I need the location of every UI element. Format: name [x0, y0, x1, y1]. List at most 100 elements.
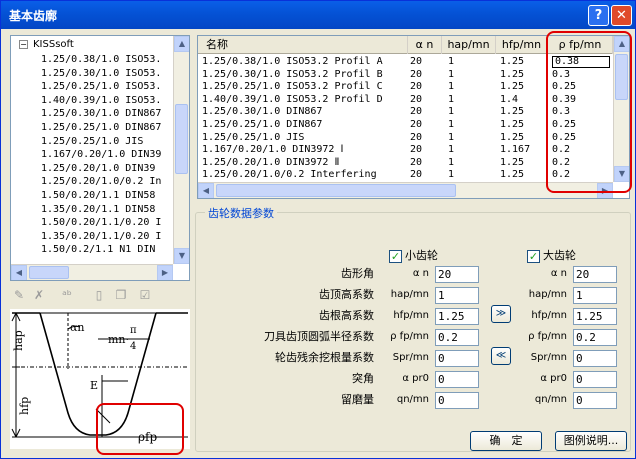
gear-field[interactable]: 0	[573, 371, 617, 388]
table-cell: 1.25/0.20/1.0 DIN3972 Ⅱ	[202, 156, 340, 168]
dialog-window: 基本齿廓 ? ✕ − KISSsoft 1.25/0.38/1.0 ISO53.…	[0, 0, 636, 459]
close-button[interactable]: ✕	[611, 5, 632, 26]
help-button[interactable]: ?	[588, 5, 609, 26]
scroll-up-icon[interactable]: ▲	[174, 36, 189, 52]
tree-item[interactable]: 1.25/0.30/1.0 ISO53.	[41, 68, 161, 81]
col-alpha[interactable]: α n	[408, 36, 442, 54]
tree-horizontal-scrollbar[interactable]: ◀ ▶	[11, 264, 173, 280]
tree-item[interactable]: 1.50/0.20/1.1/0.20 I	[41, 217, 161, 230]
table-cell: 1.167/0.20/1.0 DIN3972 Ⅰ	[202, 144, 344, 156]
tree-item[interactable]: 1.25/0.25/1.0 DIN867	[41, 122, 161, 135]
table-cell: 20	[410, 81, 423, 93]
table-cell: 1	[448, 106, 455, 118]
tree-vertical-scrollbar[interactable]: ▲ ▼	[173, 36, 189, 264]
tree-item[interactable]: 1.35/0.20/1.1 DIN58	[41, 204, 155, 217]
tree-root-kisssoft[interactable]: KISSsoft	[33, 39, 74, 52]
tree-item[interactable]: 1.50/0.20/1.1 DIN58	[41, 190, 155, 203]
scroll-thumb[interactable]	[216, 184, 456, 197]
table-cell: 20	[410, 131, 423, 143]
table-cell: 20	[410, 119, 423, 130]
table-cell: 1.25/0.30/1.0 ISO53.2 Profil B	[202, 68, 383, 80]
tree-item[interactable]: 1.25/0.30/1.0 DIN867	[41, 108, 161, 121]
table-cell: 1.25	[500, 56, 525, 67]
col-hap[interactable]: hap/mn	[442, 36, 496, 54]
param-label: 齿顶高系数	[319, 288, 374, 301]
scroll-right-icon[interactable]: ▶	[157, 265, 173, 280]
gear-field[interactable]: 20	[573, 266, 617, 283]
four-label: 4	[130, 341, 136, 352]
table-cell: 20	[410, 93, 423, 105]
rename-icon[interactable]: ᵃᵇ	[59, 287, 75, 303]
title-bar[interactable]: 基本齿廓 ? ✕	[1, 1, 635, 29]
param-symbol-gear: hfp/mn	[531, 310, 567, 321]
tree-item[interactable]: 1.25/0.20/1.0 DIN39	[41, 163, 155, 176]
col-name[interactable]: 名称	[198, 36, 408, 54]
gear-checkbox[interactable]: ✓	[527, 250, 540, 263]
pinion-field[interactable]: 0	[435, 350, 479, 367]
gear-field[interactable]: 0.2	[573, 329, 617, 346]
delete-icon[interactable]: ✗	[31, 287, 47, 303]
pinion-field[interactable]: 0	[435, 371, 479, 388]
ok-button[interactable]: 确 定	[470, 431, 542, 451]
collapse-icon[interactable]: −	[19, 40, 28, 49]
table-cell: 1.25	[500, 156, 525, 168]
scroll-left-icon[interactable]: ◀	[11, 265, 27, 280]
module-label: mn·	[108, 333, 129, 346]
properties-icon[interactable]: ☑	[137, 287, 153, 303]
col-hfp[interactable]: hfp/mn	[496, 36, 548, 54]
scroll-thumb[interactable]	[175, 104, 188, 174]
profile-tree[interactable]: − KISSsoft 1.25/0.38/1.0 ISO53. 1.25/0.30…	[10, 35, 190, 281]
scroll-left-icon[interactable]: ◀	[198, 183, 214, 198]
tree-item[interactable]: 1.25/0.38/1.0 ISO53.	[41, 54, 161, 67]
pinion-field[interactable]: 20	[435, 266, 479, 283]
tree-item[interactable]: 1.25/0.20/1.0/0.2 In	[41, 176, 161, 189]
table-cell: 1.25	[500, 81, 525, 93]
table-cell: 1	[448, 169, 455, 181]
param-label: 齿根高系数	[319, 309, 374, 322]
new-icon[interactable]: ▯	[91, 287, 107, 303]
tree-item[interactable]: 1.40/0.39/1.0 ISO53.	[41, 95, 161, 108]
param-symbol-pinion: hap/mn	[390, 289, 429, 300]
gear-field[interactable]: 1.25	[573, 308, 617, 325]
copy-icon[interactable]: ❐	[113, 287, 129, 303]
table-cell: 1.4	[500, 93, 519, 105]
copy-to-gear-button[interactable]: ≫	[491, 305, 511, 323]
table-cell: 20	[410, 56, 423, 67]
table-cell: 1	[448, 119, 455, 130]
pinion-field[interactable]: 0	[435, 392, 479, 409]
pinion-field[interactable]: 0.2	[435, 329, 479, 346]
table-cell: 1.25/0.25/1.0 DIN867	[202, 119, 323, 130]
scroll-thumb[interactable]	[29, 266, 69, 279]
tree-item[interactable]: 1.50/0.2/1.1 N1 DIN	[41, 244, 155, 257]
param-symbol-pinion: qn/mn	[396, 394, 429, 405]
window-title: 基本齿廓	[9, 9, 58, 23]
pinion-field[interactable]: 1.25	[435, 308, 479, 325]
hap-label: hap	[12, 330, 25, 351]
table-cell: 20	[410, 106, 423, 118]
gear-field[interactable]: 1	[573, 287, 617, 304]
table-cell: 20	[410, 68, 423, 80]
legend-button[interactable]: 图例说明...	[555, 431, 627, 451]
param-symbol-gear: α pr0	[540, 373, 567, 384]
scroll-down-icon[interactable]: ▼	[174, 248, 189, 264]
gear-field[interactable]: 0	[573, 392, 617, 409]
gear-field[interactable]: 0	[573, 350, 617, 367]
pinion-field[interactable]: 1	[435, 287, 479, 304]
tree-item[interactable]: 1.25/0.25/1.0 JIS	[41, 136, 143, 149]
param-symbol-gear: α n	[550, 268, 567, 279]
table-cell: 1.25/0.20/1.0/0.2 Interfering	[202, 169, 377, 181]
tree-item[interactable]: 1.25/0.25/1.0 ISO53.	[41, 81, 161, 94]
param-label: 留磨量	[341, 393, 374, 406]
table-cell: 1.25/0.38/1.0 ISO53.2 Profil A	[202, 56, 383, 67]
edit-icon[interactable]: ✎	[11, 287, 27, 303]
alpha-label: αn	[70, 321, 85, 334]
table-cell: 1	[448, 68, 455, 80]
tree-item[interactable]: 1.167/0.20/1.0 DIN39	[41, 149, 161, 162]
e-label: E	[90, 379, 98, 392]
table-cell: 1	[448, 93, 455, 105]
tree-item[interactable]: 1.35/0.20/1.1/0.20 I	[41, 231, 161, 244]
copy-to-pinion-button[interactable]: ≪	[491, 347, 511, 365]
param-label: 齿形角	[341, 267, 374, 280]
pinion-checkbox[interactable]: ✓	[389, 250, 402, 263]
table-cell: 1.40/0.39/1.0 ISO53.2 Profil D	[202, 93, 383, 105]
